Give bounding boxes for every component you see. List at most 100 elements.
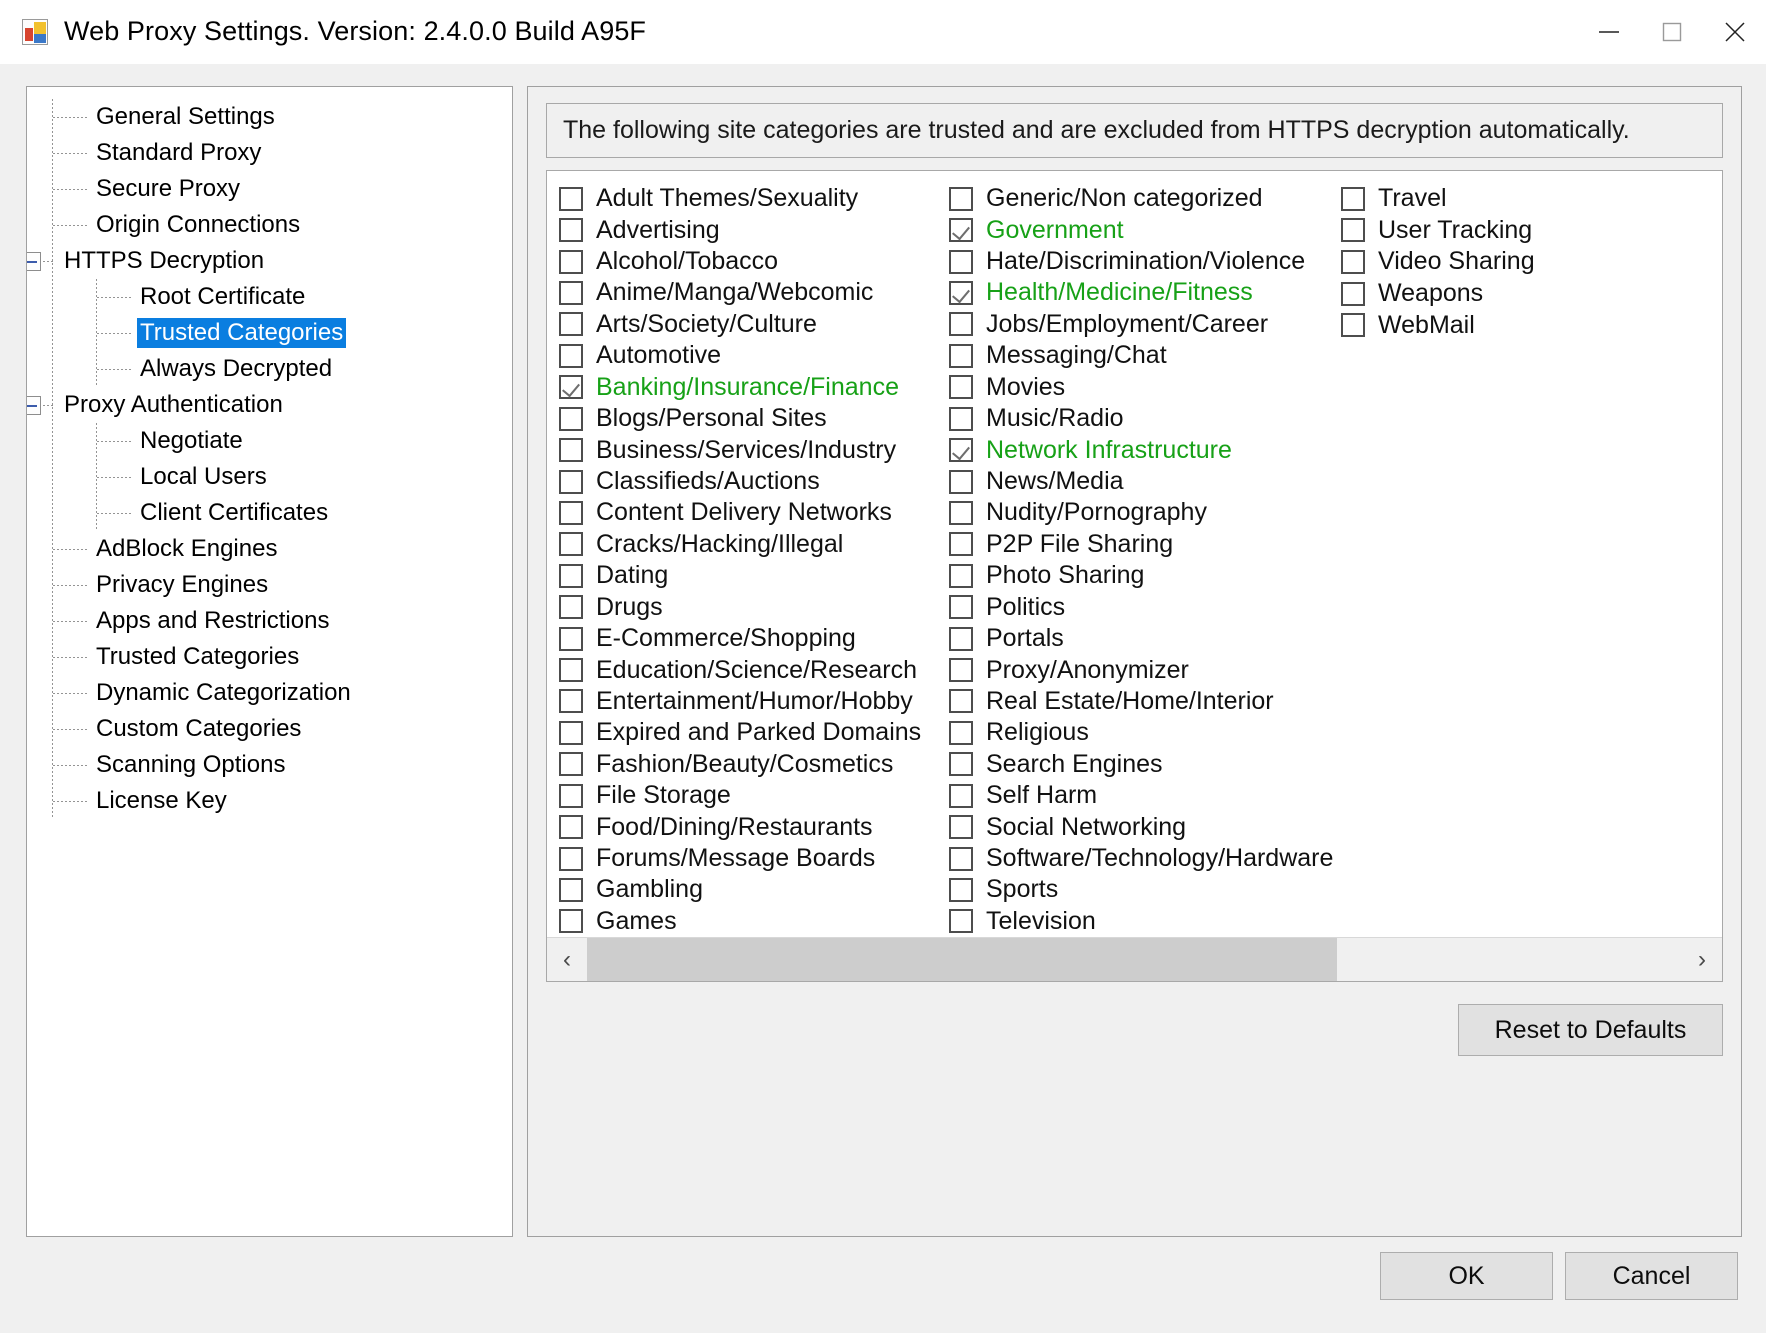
sidebar-item-trusted-categories[interactable]: Trusted Categories <box>31 639 508 675</box>
sidebar-item-client-certificates[interactable]: Client Certificates <box>31 495 508 531</box>
category-item[interactable]: Television <box>949 906 1341 937</box>
checkbox-unchecked-icon[interactable] <box>559 721 583 745</box>
category-item[interactable]: Entertainment/Humor/Hobby <box>559 686 949 717</box>
checkbox-unchecked-icon[interactable] <box>559 909 583 933</box>
checkbox-unchecked-icon[interactable] <box>559 532 583 556</box>
category-item[interactable]: Food/Dining/Restaurants <box>559 811 949 842</box>
sidebar-item-always-decrypted[interactable]: Always Decrypted <box>31 351 508 387</box>
category-item[interactable]: Nudity/Pornography <box>949 497 1341 528</box>
category-item[interactable]: Search Engines <box>949 749 1341 780</box>
minimize-button[interactable] <box>1577 0 1640 63</box>
sidebar-item-local-users[interactable]: Local Users <box>31 459 508 495</box>
category-item[interactable]: Messaging/Chat <box>949 340 1341 371</box>
sidebar-item-https-decryption[interactable]: HTTPS Decryption <box>31 243 508 279</box>
category-item[interactable]: Anime/Manga/Webcomic <box>559 277 949 308</box>
checkbox-unchecked-icon[interactable] <box>949 312 973 336</box>
category-item[interactable]: News/Media <box>949 466 1341 497</box>
checkbox-unchecked-icon[interactable] <box>1341 282 1365 306</box>
checkbox-unchecked-icon[interactable] <box>949 595 973 619</box>
horizontal-scrollbar[interactable]: ‹ › <box>547 937 1722 981</box>
category-item[interactable]: Self Harm <box>949 780 1341 811</box>
maximize-button[interactable] <box>1640 0 1703 63</box>
checkbox-unchecked-icon[interactable] <box>559 689 583 713</box>
category-item[interactable]: Politics <box>949 591 1341 622</box>
checkbox-unchecked-icon[interactable] <box>559 187 583 211</box>
checkbox-unchecked-icon[interactable] <box>559 470 583 494</box>
category-item[interactable]: Video Sharing <box>1341 246 1641 278</box>
category-item[interactable]: WebMail <box>1341 309 1641 341</box>
checkbox-unchecked-icon[interactable] <box>949 532 973 556</box>
checkbox-unchecked-icon[interactable] <box>949 909 973 933</box>
sidebar-item-standard-proxy[interactable]: Standard Proxy <box>31 135 508 171</box>
checkbox-unchecked-icon[interactable] <box>559 878 583 902</box>
checkbox-checked-icon[interactable] <box>949 438 973 462</box>
checkbox-unchecked-icon[interactable] <box>559 658 583 682</box>
checkbox-unchecked-icon[interactable] <box>559 312 583 336</box>
checkbox-unchecked-icon[interactable] <box>949 689 973 713</box>
sidebar-item-proxy-authentication[interactable]: Proxy Authentication <box>31 387 508 423</box>
scroll-left-icon[interactable]: ‹ <box>547 938 587 981</box>
sidebar-item-general-settings[interactable]: General Settings <box>31 99 508 135</box>
checkbox-unchecked-icon[interactable] <box>559 501 583 525</box>
sidebar-item-dynamic-categorization[interactable]: Dynamic Categorization <box>31 675 508 711</box>
checkbox-unchecked-icon[interactable] <box>949 407 973 431</box>
categories-listbox[interactable]: Adult Themes/SexualityAdvertisingAlcohol… <box>546 170 1723 982</box>
checkbox-unchecked-icon[interactable] <box>949 752 973 776</box>
checkbox-unchecked-icon[interactable] <box>1341 218 1365 242</box>
checkbox-unchecked-icon[interactable] <box>559 847 583 871</box>
sidebar-item-license-key[interactable]: License Key <box>31 783 508 819</box>
category-item[interactable]: Alcohol/Tobacco <box>559 246 949 277</box>
checkbox-unchecked-icon[interactable] <box>949 375 973 399</box>
checkbox-unchecked-icon[interactable] <box>559 407 583 431</box>
checkbox-unchecked-icon[interactable] <box>949 815 973 839</box>
scroll-right-icon[interactable]: › <box>1682 938 1722 981</box>
close-button[interactable] <box>1703 0 1766 63</box>
category-item[interactable]: E-Commerce/Shopping <box>559 623 949 654</box>
sidebar-item-privacy-engines[interactable]: Privacy Engines <box>31 567 508 603</box>
category-item[interactable]: Religious <box>949 717 1341 748</box>
checkbox-unchecked-icon[interactable] <box>949 501 973 525</box>
category-item[interactable]: Network Infrastructure <box>949 434 1341 465</box>
checkbox-unchecked-icon[interactable] <box>559 627 583 651</box>
category-item[interactable]: User Tracking <box>1341 215 1641 247</box>
category-item[interactable]: Real Estate/Home/Interior <box>949 686 1341 717</box>
checkbox-unchecked-icon[interactable] <box>949 658 973 682</box>
checkbox-unchecked-icon[interactable] <box>559 250 583 274</box>
checkbox-unchecked-icon[interactable] <box>1341 313 1365 337</box>
checkbox-unchecked-icon[interactable] <box>949 878 973 902</box>
checkbox-unchecked-icon[interactable] <box>949 627 973 651</box>
sidebar-item-origin-connections[interactable]: Origin Connections <box>31 207 508 243</box>
category-item[interactable]: Dating <box>559 560 949 591</box>
category-item[interactable]: Movies <box>949 372 1341 403</box>
category-item[interactable]: Jobs/Employment/Career <box>949 309 1341 340</box>
checkbox-unchecked-icon[interactable] <box>949 250 973 274</box>
category-item[interactable]: Classifieds/Auctions <box>559 466 949 497</box>
checkbox-checked-icon[interactable] <box>559 375 583 399</box>
category-item[interactable]: Games <box>559 906 949 937</box>
category-item[interactable]: Education/Science/Research <box>559 654 949 685</box>
tree-collapse-icon[interactable] <box>26 252 41 271</box>
checkbox-checked-icon[interactable] <box>949 281 973 305</box>
category-item[interactable]: Advertising <box>559 214 949 245</box>
sidebar-item-scanning-options[interactable]: Scanning Options <box>31 747 508 783</box>
category-item[interactable]: Automotive <box>559 340 949 371</box>
sidebar-item-trusted-categories[interactable]: Trusted Categories <box>31 315 508 351</box>
category-item[interactable]: Banking/Insurance/Finance <box>559 372 949 403</box>
category-item[interactable]: Forums/Message Boards <box>559 843 949 874</box>
category-item[interactable]: Portals <box>949 623 1341 654</box>
tree-collapse-icon[interactable] <box>26 396 41 415</box>
category-item[interactable]: Proxy/Anonymizer <box>949 654 1341 685</box>
sidebar-item-negotiate[interactable]: Negotiate <box>31 423 508 459</box>
checkbox-unchecked-icon[interactable] <box>949 187 973 211</box>
scrollbar-thumb[interactable] <box>587 938 1337 981</box>
category-item[interactable]: Fashion/Beauty/Cosmetics <box>559 749 949 780</box>
category-item[interactable]: Social Networking <box>949 811 1341 842</box>
category-item[interactable]: Adult Themes/Sexuality <box>559 183 949 214</box>
category-item[interactable]: Photo Sharing <box>949 560 1341 591</box>
checkbox-unchecked-icon[interactable] <box>949 784 973 808</box>
sidebar-item-apps-and-restrictions[interactable]: Apps and Restrictions <box>31 603 508 639</box>
category-item[interactable]: Arts/Society/Culture <box>559 309 949 340</box>
checkbox-unchecked-icon[interactable] <box>559 281 583 305</box>
checkbox-unchecked-icon[interactable] <box>949 344 973 368</box>
checkbox-unchecked-icon[interactable] <box>559 344 583 368</box>
